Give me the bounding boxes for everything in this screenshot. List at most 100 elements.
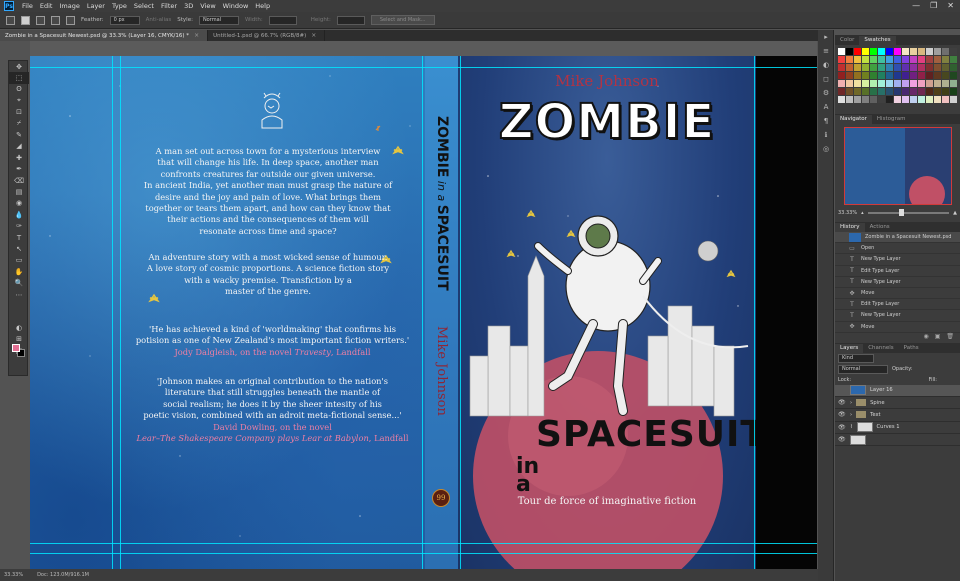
quick-mask-icon[interactable]: ◐ <box>9 322 29 333</box>
color-swatch[interactable] <box>950 96 957 103</box>
snapshot-icon[interactable]: ◉ <box>923 333 928 343</box>
color-swatch[interactable] <box>942 64 949 71</box>
color-swatch[interactable] <box>846 64 853 71</box>
tab-paths[interactable]: Paths <box>899 344 924 353</box>
history-item[interactable]: T Edit Type Layer <box>835 299 960 311</box>
panel-toggle-icon[interactable]: ▸ <box>818 30 834 44</box>
guide-line[interactable] <box>30 67 817 68</box>
color-swatch[interactable] <box>878 72 885 79</box>
color-swatch[interactable] <box>910 56 917 63</box>
color-swatch[interactable] <box>926 64 933 71</box>
expand-arrow-icon[interactable]: › <box>850 412 852 418</box>
color-swatch[interactable] <box>870 96 877 103</box>
history-snapshot[interactable]: Zombie in a Spacesuit Newest.psd <box>835 232 960 244</box>
tab-untitled-doc[interactable]: Untitled-1.psd @ 66.7% (RGB/8#) × <box>208 30 326 41</box>
menu-help[interactable]: Help <box>255 2 270 10</box>
close-tab-icon[interactable]: × <box>311 32 316 39</box>
color-swatch[interactable] <box>854 96 861 103</box>
color-swatch[interactable] <box>942 96 949 103</box>
more-tools-icon[interactable]: ⋯ <box>9 289 29 300</box>
eye-icon[interactable]: 👁 <box>838 399 846 406</box>
lasso-tool-icon[interactable]: ʘ <box>9 84 29 95</box>
color-swatch[interactable] <box>870 72 877 79</box>
color-swatch[interactable] <box>854 88 861 95</box>
color-swatch[interactable] <box>934 80 941 87</box>
zoom-in-icon[interactable]: ▲ <box>953 210 957 216</box>
blend-mode-select[interactable]: Normal <box>838 364 888 374</box>
camera-icon[interactable]: ▣ <box>935 333 941 343</box>
add-selection-icon[interactable] <box>36 15 45 25</box>
color-swatch[interactable] <box>862 48 869 55</box>
type-tool-icon[interactable]: T <box>9 232 29 243</box>
eye-icon[interactable]: 👁 <box>838 411 846 418</box>
navigator-zoom-value[interactable]: 33.33% <box>838 210 857 216</box>
shape-tool-icon[interactable]: ▭ <box>9 255 29 266</box>
style-select[interactable]: Normal <box>198 15 239 25</box>
color-swatch[interactable] <box>918 56 925 63</box>
character-icon[interactable]: A <box>818 100 834 114</box>
history-item[interactable]: ✥ Move <box>835 322 960 333</box>
blur-tool-icon[interactable]: ◉ <box>9 198 29 209</box>
color-swatch[interactable] <box>910 88 917 95</box>
color-swatch[interactable] <box>886 48 893 55</box>
color-swatch[interactable] <box>886 96 893 103</box>
zoom-slider[interactable] <box>867 209 950 216</box>
history-item[interactable]: ✥ Move <box>835 288 960 300</box>
color-swatch[interactable] <box>950 64 957 71</box>
feather-input[interactable]: 0 px <box>109 15 140 25</box>
tab-layers[interactable]: Layers <box>835 343 864 353</box>
guide-line[interactable] <box>30 543 817 544</box>
status-zoom[interactable]: 33.33% <box>4 572 23 578</box>
color-swatch[interactable] <box>950 48 957 55</box>
history-brush-tool-icon[interactable]: ✒ <box>9 164 29 175</box>
swatches-grid[interactable] <box>835 45 960 106</box>
close-icon[interactable]: ✕ <box>947 1 954 10</box>
color-swatch[interactable] <box>910 80 917 87</box>
color-swatch[interactable] <box>934 88 941 95</box>
guide-line[interactable] <box>120 56 121 569</box>
color-swatch[interactable] <box>854 80 861 87</box>
color-swatch[interactable] <box>950 88 957 95</box>
width-input[interactable] <box>268 15 297 25</box>
color-swatch[interactable] <box>902 48 909 55</box>
color-swatch[interactable] <box>846 96 853 103</box>
color-swatch[interactable] <box>902 72 909 79</box>
color-swatch[interactable] <box>918 80 925 87</box>
color-swatch[interactable] <box>838 56 845 63</box>
color-swatch[interactable] <box>878 96 885 103</box>
tab-channels[interactable]: Channels <box>863 344 898 353</box>
subtract-selection-icon[interactable] <box>51 15 60 25</box>
color-swatch[interactable] <box>902 64 909 71</box>
color-swatch[interactable] <box>846 80 853 87</box>
menu-edit[interactable]: Edit <box>40 2 53 10</box>
color-swatch[interactable] <box>926 56 933 63</box>
color-swatch[interactable] <box>934 72 941 79</box>
brush-settings-icon[interactable]: ⚙ <box>818 86 834 100</box>
color-swatch[interactable] <box>862 56 869 63</box>
color-swatch[interactable] <box>886 64 893 71</box>
color-swatch[interactable] <box>950 80 957 87</box>
color-swatch[interactable] <box>926 80 933 87</box>
color-swatch[interactable] <box>902 56 909 63</box>
guide-line[interactable] <box>112 56 113 569</box>
hand-tool-icon[interactable]: ✋ <box>9 266 29 277</box>
color-swatch[interactable] <box>870 56 877 63</box>
eye-icon[interactable]: 👁 <box>838 424 846 431</box>
color-swatch[interactable] <box>862 72 869 79</box>
history-item[interactable]: T New Type Layer <box>835 254 960 266</box>
guide-line[interactable] <box>30 553 817 554</box>
close-tab-icon[interactable]: × <box>194 32 199 39</box>
layer-row-mask[interactable]: 👁 <box>835 434 960 447</box>
color-swatch[interactable] <box>894 64 901 71</box>
color-swatch[interactable] <box>886 56 893 63</box>
clone-stamp-tool-icon[interactable]: ✚ <box>9 152 29 163</box>
menu-layer[interactable]: Layer <box>87 2 105 10</box>
color-swatch[interactable] <box>934 56 941 63</box>
zoom-out-icon[interactable]: ▴ <box>861 210 864 216</box>
menu-select[interactable]: Select <box>134 2 154 10</box>
color-swatch[interactable] <box>894 88 901 95</box>
eraser-tool-icon[interactable]: ⌫ <box>9 175 29 186</box>
color-swatch[interactable] <box>846 48 853 55</box>
height-input[interactable] <box>336 15 365 25</box>
menu-type[interactable]: Type <box>112 2 127 10</box>
